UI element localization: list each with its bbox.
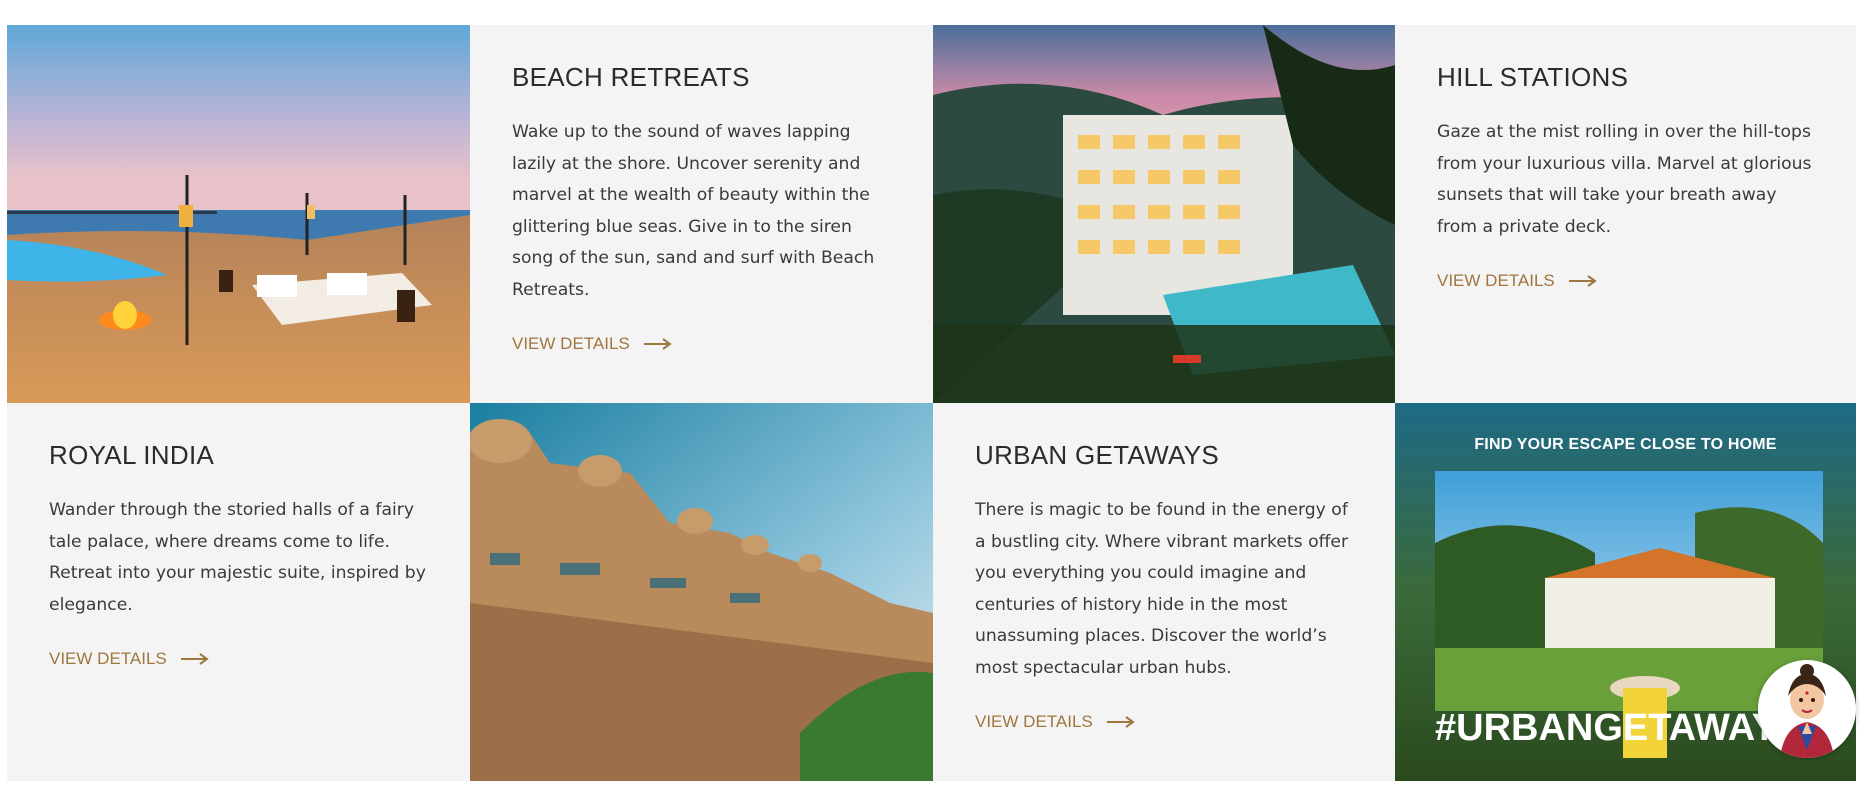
hill-stations-card: HILL STATIONS Gaze at the mist rolling i… (1395, 25, 1856, 403)
banner-hashtag: #URBANGETAWAYS (1435, 707, 1803, 749)
royal-india-card: ROYAL INDIA Wander through the storied h… (7, 403, 470, 781)
arrow-right-icon (1568, 275, 1597, 287)
destinations-grid: BEACH RETREATS Wake up to the sound of w… (7, 25, 1856, 781)
view-details-label: VIEW DETAILS (512, 334, 630, 353)
hill-stations-image[interactable] (933, 25, 1395, 403)
view-details-label: VIEW DETAILS (1437, 271, 1555, 290)
view-details-label: VIEW DETAILS (49, 649, 167, 668)
view-details-link[interactable]: VIEW DETAILS (1437, 271, 1597, 291)
arrow-right-icon (1106, 716, 1135, 728)
royal-india-image[interactable] (470, 403, 933, 781)
card-title: HILL STATIONS (1437, 62, 1629, 92)
urban-getaways-card: URBAN GETAWAYS There is magic to be foun… (933, 403, 1395, 781)
assistant-avatar-icon[interactable] (1758, 660, 1856, 758)
card-title: BEACH RETREATS (512, 62, 750, 92)
beach-retreats-image[interactable] (7, 25, 470, 403)
card-description: Gaze at the mist rolling in over the hil… (1437, 122, 1812, 237)
card-title: URBAN GETAWAYS (975, 440, 1220, 470)
card-description: Wander through the storied halls of a fa… (49, 500, 426, 615)
view-details-link[interactable]: VIEW DETAILS (975, 712, 1135, 732)
view-details-link[interactable]: VIEW DETAILS (49, 649, 209, 669)
card-description: Wake up to the sound of waves lapping la… (512, 122, 875, 300)
card-description: There is magic to be found in the energy… (975, 500, 1349, 678)
beach-retreats-card: BEACH RETREATS Wake up to the sound of w… (470, 25, 933, 403)
view-details-label: VIEW DETAILS (975, 712, 1093, 731)
arrow-right-icon (180, 653, 209, 665)
banner-heading: FIND YOUR ESCAPE CLOSE TO HOME (1474, 436, 1777, 453)
view-details-link[interactable]: VIEW DETAILS (512, 334, 672, 354)
card-title: ROYAL INDIA (49, 440, 215, 470)
arrow-right-icon (643, 338, 672, 350)
